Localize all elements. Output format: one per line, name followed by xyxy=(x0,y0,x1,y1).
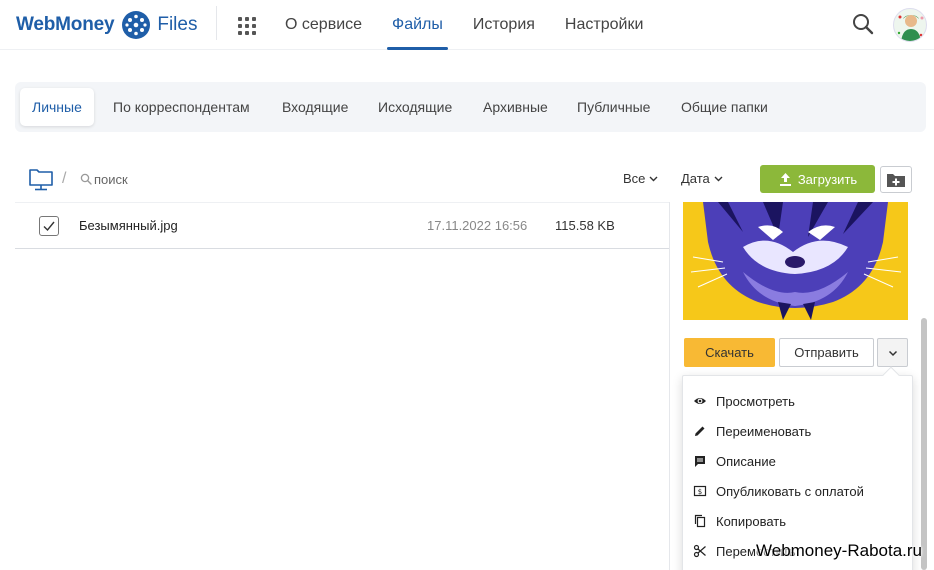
nav-files[interactable]: Файлы xyxy=(377,0,458,50)
sort-date-dropdown[interactable]: Дата xyxy=(681,171,723,186)
file-date: 17.11.2022 16:56 xyxy=(427,218,528,233)
checkmark-icon xyxy=(43,221,55,232)
chevron-down-icon xyxy=(649,176,658,182)
panel-divider xyxy=(669,202,670,570)
file-search-input[interactable] xyxy=(94,168,254,190)
file-checkbox[interactable] xyxy=(39,216,59,236)
menu-item-rename[interactable]: Переименовать xyxy=(683,416,912,446)
tab-outgoing[interactable]: Исходящие xyxy=(366,88,464,126)
file-preview-image[interactable] xyxy=(683,202,908,320)
upload-icon xyxy=(779,172,791,186)
eye-icon xyxy=(694,398,706,404)
logo-files-text: Files xyxy=(157,14,198,35)
breadcrumb-separator: / xyxy=(62,170,67,187)
upload-label: Загрузить xyxy=(797,171,858,187)
scissors-icon xyxy=(693,544,706,558)
user-avatar[interactable] xyxy=(893,8,927,42)
avatar-image-icon xyxy=(897,15,924,41)
send-button[interactable]: Отправить xyxy=(779,338,874,367)
file-size: 115.58 KB xyxy=(555,218,615,233)
scrollbar[interactable] xyxy=(921,318,927,570)
filter-all-dropdown[interactable]: Все xyxy=(623,171,658,186)
tab-public[interactable]: Публичные xyxy=(565,88,662,126)
logo-webmoney-text: WebMoney xyxy=(16,14,115,35)
more-actions-button[interactable] xyxy=(877,338,908,367)
top-header: WebMoney Files О сервисе Файлы История Н… xyxy=(0,0,934,50)
main-nav: О сервисе Файлы История Настройки xyxy=(270,0,658,50)
folder-plus-icon xyxy=(887,173,905,187)
webmoney-globe-icon xyxy=(122,11,151,39)
tiger-illustration xyxy=(683,202,908,320)
tab-archived[interactable]: Архивные xyxy=(471,88,560,126)
menu-item-description[interactable]: Описание xyxy=(683,446,912,476)
chevron-down-icon xyxy=(888,350,897,356)
search-small-icon xyxy=(80,173,92,185)
upload-button[interactable]: Загрузить xyxy=(760,165,875,193)
menu-item-label: Переименовать xyxy=(716,423,812,439)
sort-date-label: Дата xyxy=(681,171,710,186)
svg-text:$: $ xyxy=(698,488,702,496)
chevron-down-icon xyxy=(714,176,723,182)
nav-about[interactable]: О сервисе xyxy=(270,0,377,50)
nav-history[interactable]: История xyxy=(458,0,550,50)
tab-incoming[interactable]: Входящие xyxy=(270,88,360,126)
copy-icon xyxy=(694,514,706,528)
menu-item-view[interactable]: Просмотреть xyxy=(683,386,912,416)
root-folder-icon[interactable] xyxy=(28,166,54,192)
filter-all-label: Все xyxy=(623,171,646,186)
nav-settings[interactable]: Настройки xyxy=(550,0,658,50)
comment-icon xyxy=(695,456,705,467)
file-name: Безымянный.jpg xyxy=(79,218,178,233)
menu-item-label: Описание xyxy=(716,453,776,469)
menu-item-label: Опубликовать с оплатой xyxy=(716,483,864,499)
header-divider xyxy=(216,6,217,40)
menu-item-copy[interactable]: Копировать xyxy=(683,506,912,536)
webmoney-files-logo[interactable]: WebMoney Files xyxy=(16,9,197,41)
file-list: Безымянный.jpg 17.11.2022 16:56 115.58 K… xyxy=(15,202,669,249)
pencil-icon xyxy=(695,426,705,436)
download-button[interactable]: Скачать xyxy=(684,338,775,367)
watermark: Webmoney-Rabota.ru xyxy=(756,541,922,560)
menu-item-label: Просмотреть xyxy=(716,393,795,409)
paid-publish-icon: $ xyxy=(693,485,707,497)
menu-item-publish-paid[interactable]: $ Опубликовать с оплатой xyxy=(683,476,912,506)
section-tabs: Личные По корреспондентам Входящие Исход… xyxy=(15,82,926,132)
tab-by-correspondents[interactable]: По корреспондентам xyxy=(101,88,262,126)
tab-shared-folders[interactable]: Общие папки xyxy=(669,88,780,126)
apps-grid-icon[interactable] xyxy=(238,17,256,35)
menu-item-label: Копировать xyxy=(716,513,786,529)
search-icon[interactable] xyxy=(852,13,874,35)
file-row[interactable]: Безымянный.jpg 17.11.2022 16:56 115.58 K… xyxy=(15,203,669,249)
new-folder-button[interactable] xyxy=(880,166,912,193)
tab-personal[interactable]: Личные xyxy=(20,88,94,126)
